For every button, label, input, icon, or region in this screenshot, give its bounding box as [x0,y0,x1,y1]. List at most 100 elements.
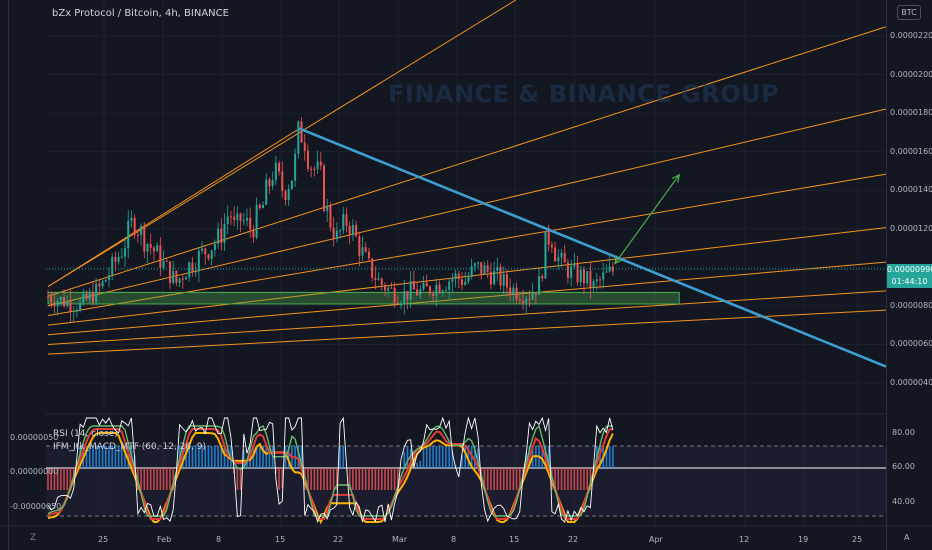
candle-body [75,310,78,312]
candle-body [107,275,110,280]
candle-body [509,287,512,295]
candle-body [332,227,335,240]
candle-body [191,262,194,272]
candle-body [88,291,91,300]
candle-body [91,291,94,303]
candle-body [387,287,390,291]
candle-body [117,256,120,262]
candle-body [441,290,444,293]
rsi-tick-label: 80.00 [892,428,915,437]
y-tick-label: 0.00000400 [890,378,932,387]
candle-body [207,254,210,259]
macd-histogram-bar [313,468,316,490]
macd-histogram-bar [560,468,563,490]
candle-body [560,252,563,258]
candle-body [422,282,425,290]
macd-histogram-bar [374,468,377,490]
macd-histogram-bar [326,468,329,490]
candle-body [515,287,518,300]
candle-body [371,258,374,278]
macd-histogram-bar [352,468,354,490]
macd-histogram-bar [464,446,467,468]
candle-body [464,281,467,285]
macd-histogram-bar [140,468,142,490]
y-tick-label: 0.00001400 [890,185,932,195]
macd-histogram-bar [387,468,389,490]
y-tick-label: 0.00000800 [890,300,932,310]
zoom-icon[interactable]: Z [30,533,36,543]
candle-body [252,229,255,238]
macd-histogram-bar [63,468,65,490]
macd-histogram-bar [278,468,280,490]
arrow-shaft [614,174,680,264]
candle-body [531,292,534,300]
candle-body [470,266,473,277]
candle-body [364,247,367,252]
candle-body [69,300,72,312]
candle-body [579,269,582,283]
candle-body [278,162,281,172]
candle-body [262,204,265,209]
currency-badge[interactable]: BTC [897,5,921,20]
rsi-legend[interactable]: RSI (14, close) [53,429,118,439]
auto-scale-button[interactable]: A [904,533,909,542]
macd-histogram-bar [342,446,345,468]
candle-body [313,168,316,170]
macd-histogram-bar [217,446,219,468]
candle-body [306,150,309,169]
macd-tick-label: 0.00000000 [10,467,59,476]
candle-body [185,277,188,280]
macd-histogram-bar [153,468,155,490]
macd-histogram-bar [390,468,393,490]
candle-body [120,256,123,258]
macd-histogram-bar [612,446,614,468]
macd-histogram-bar [159,468,162,490]
y-tick-label: 0.00000600 [890,339,932,349]
candle-body [435,284,438,296]
candle-body [127,220,130,249]
candle-body [393,287,396,303]
macd-histogram-bar [406,446,409,468]
macd-histogram-bar [486,468,489,490]
macd-histogram-bar [316,468,319,490]
candle-body [245,217,248,221]
candle-body [316,161,319,170]
x-tick-label: 25 [852,535,863,544]
candle-body [323,165,326,211]
macd-histogram-bar [265,446,268,468]
candle-body [342,213,345,231]
macd-histogram-bar [210,446,213,468]
fan-line [47,26,887,297]
macd-histogram-bar [429,446,431,468]
macd-histogram-bar [509,468,511,490]
candle-body [499,266,502,286]
candle-body [210,250,213,259]
x-tick-label: Apr [649,535,663,544]
macd-histogram-bar [515,468,518,490]
candle-body [582,269,585,284]
y-tick-label: 0.00002200 [890,31,932,40]
macd-histogram-bar [146,468,149,490]
candle-body [586,271,589,284]
macd-histogram-bar [320,468,322,490]
candle-body [425,282,428,287]
candle-body [188,262,191,278]
candle-body [165,260,168,262]
candle-body [444,289,447,291]
candle-body [85,293,88,300]
candle-body [403,291,406,305]
candle-body [201,248,204,251]
current-price-value: 0.00000990 [887,265,932,274]
candle-body [197,250,200,272]
current-price-tag: 0.00000990 01:44:10 [887,264,932,288]
candle-body [156,245,159,252]
y-tick-label: 0.00001800 [890,108,932,118]
macd-histogram-bar [364,468,367,490]
x-tick-label: 15 [509,535,520,544]
candle-body [204,248,207,255]
candle-body [66,300,69,307]
x-tick-label: 19 [798,535,809,544]
candle-body [319,161,322,166]
macd-histogram-bar [438,446,441,468]
macd-legend[interactable]: IFM_Jtk_MACD_MTF (60, 12, 26, 9) [53,442,206,452]
